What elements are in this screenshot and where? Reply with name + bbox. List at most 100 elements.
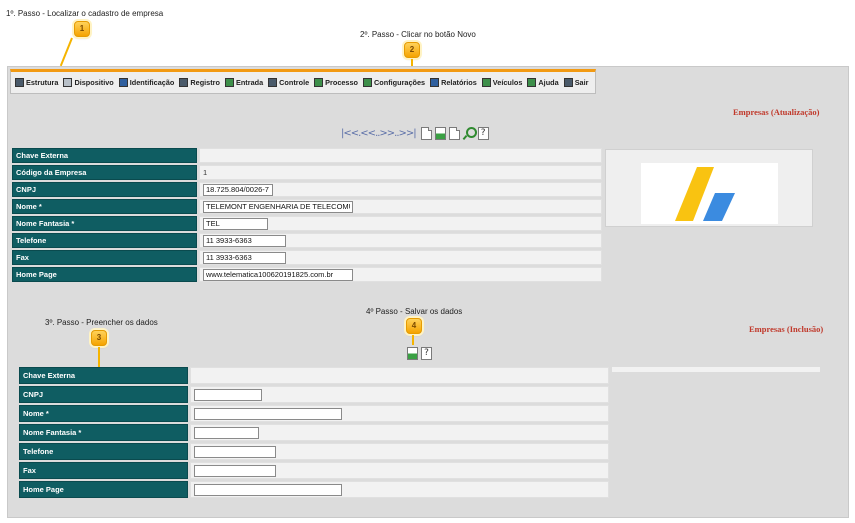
step1-pointer — [59, 37, 73, 67]
menu-item-label: Identificação — [129, 78, 175, 87]
insert-field-label: Nome * — [19, 405, 188, 422]
update-field-label: Nome Fantasia * — [12, 216, 197, 231]
insert-row: Home Page — [19, 481, 609, 498]
step2-instruction: 2º. Passo - Clicar no botão Novo — [360, 30, 476, 39]
step2-badge: 2 — [404, 42, 420, 58]
menu-item-estrutura[interactable]: Estrutura — [15, 78, 58, 87]
step1-badge: 1 — [74, 21, 90, 37]
update-field-label: Código da Empresa — [12, 165, 197, 180]
save-record-icon[interactable] — [434, 127, 446, 140]
update-field-value-cell: 1 — [199, 165, 602, 180]
insert-field-label: Chave Externa — [19, 367, 188, 384]
insert-field-input[interactable] — [194, 426, 259, 439]
logo-image — [675, 167, 735, 221]
menu-item-label: Entrada — [235, 78, 264, 87]
insert-field-input[interactable] — [194, 407, 342, 420]
menu-item-sair[interactable]: Sair — [563, 78, 589, 87]
step4-badge: 4 — [406, 318, 422, 334]
update-row: Código da Empresa 1 — [12, 165, 602, 180]
device-icon — [63, 78, 73, 87]
record-navigation[interactable]: |<<.<<..>>..>>| — [341, 128, 417, 139]
update-field-label: Fax — [12, 250, 197, 265]
menu-item-label: Sair — [574, 78, 589, 87]
new-record-button[interactable] — [420, 127, 432, 140]
menu-item-controle[interactable]: Controle — [268, 78, 309, 87]
update-field-value-cell — [199, 250, 602, 265]
step4-pointer — [412, 335, 414, 345]
update-field-value-cell — [199, 148, 602, 163]
help-icon — [527, 78, 537, 87]
update-row: Telefone — [12, 233, 602, 248]
identification-icon — [118, 78, 128, 87]
insert-field-value-cell — [190, 424, 609, 441]
save-button[interactable] — [407, 347, 418, 360]
help-button[interactable]: ? — [477, 127, 489, 140]
vehicles-icon — [481, 78, 491, 87]
menu-item-registro[interactable]: Registro — [179, 78, 220, 87]
update-field-value-cell — [199, 216, 602, 231]
insert-field-value-cell — [190, 443, 609, 460]
register-icon — [179, 78, 189, 87]
update-field-label: Chave Externa — [12, 148, 197, 163]
menu-item-label: Relatórios — [441, 78, 477, 87]
menu-item-entrada[interactable]: Entrada — [224, 78, 264, 87]
menu-item-dispositivo[interactable]: Dispositivo — [63, 78, 114, 87]
update-field-input[interactable] — [203, 234, 286, 247]
insert-row: CNPJ — [19, 386, 609, 403]
main-menubar: Estrutura Dispositivo Identificação Registr… — [10, 69, 596, 94]
reports-icon — [430, 78, 440, 87]
update-field-input[interactable] — [203, 200, 353, 213]
update-row: Chave Externa — [12, 148, 602, 163]
update-field-input[interactable] — [203, 251, 286, 264]
update-field-input[interactable] — [203, 268, 353, 281]
insert-field-label: Fax — [19, 462, 188, 479]
update-field-value-cell — [199, 199, 602, 214]
menu-item-veiculos[interactable]: Veículos — [481, 78, 523, 87]
search-icon[interactable] — [463, 127, 477, 140]
update-field-label: Telefone — [12, 233, 197, 248]
menu-item-label: Veículos — [492, 78, 523, 87]
update-form: Chave Externa Código da Empresa 1 CNPJ Nome … — [12, 148, 602, 284]
update-field-label: CNPJ — [12, 182, 197, 197]
insert-field-label: CNPJ — [19, 386, 188, 403]
insert-field-input[interactable] — [194, 388, 262, 401]
insert-row: Telefone — [19, 443, 609, 460]
menu-item-label: Ajuda — [538, 78, 559, 87]
company-logo-panel — [605, 149, 813, 227]
insert-field-input[interactable] — [194, 483, 342, 496]
insert-field-input[interactable] — [194, 464, 276, 477]
step4-instruction: 4º Passo - Salvar os dados — [366, 307, 463, 316]
insert-field-value-cell — [190, 462, 609, 479]
insert-field-label: Home Page — [19, 481, 188, 498]
update-section-title: Empresas (Atualização) — [733, 107, 820, 117]
copy-record-button[interactable] — [448, 127, 460, 140]
insert-row: Nome Fantasia * — [19, 424, 609, 441]
menu-item-ajuda[interactable]: Ajuda — [527, 78, 559, 87]
step3-badge: 3 — [91, 330, 107, 346]
insert-field-value-cell — [190, 386, 609, 403]
menu-item-processo[interactable]: Processo — [314, 78, 358, 87]
insert-field-value-cell — [190, 367, 609, 384]
menu-item-label: Estrutura — [26, 78, 59, 87]
insert-row: Nome * — [19, 405, 609, 422]
update-field-text: 1 — [203, 168, 208, 177]
step3-instruction: 3º. Passo - Preencher os dados — [45, 318, 158, 327]
insert-form: Chave Externa CNPJ Nome * Nome Fantasia * Te… — [19, 367, 609, 500]
menu-item-identificacao[interactable]: Identificação — [118, 78, 175, 87]
company-logo — [641, 163, 778, 224]
update-field-value-cell — [199, 233, 602, 248]
menu-item-configuracoes[interactable]: Configurações — [363, 78, 425, 87]
entry-icon — [224, 78, 234, 87]
update-field-input[interactable] — [203, 183, 273, 196]
update-field-value-cell — [199, 182, 602, 197]
process-icon — [314, 78, 324, 87]
menu-item-label: Controle — [279, 78, 310, 87]
menu-item-relatorios[interactable]: Relatórios — [430, 78, 477, 87]
menu-item-label: Dispositivo — [74, 78, 114, 87]
control-icon — [268, 78, 278, 87]
insert-field-input[interactable] — [194, 445, 276, 458]
help-button-insert[interactable]: ? — [421, 347, 432, 360]
insert-field-value-cell — [190, 481, 609, 498]
update-field-input[interactable] — [203, 217, 268, 230]
update-row: Nome * — [12, 199, 602, 214]
